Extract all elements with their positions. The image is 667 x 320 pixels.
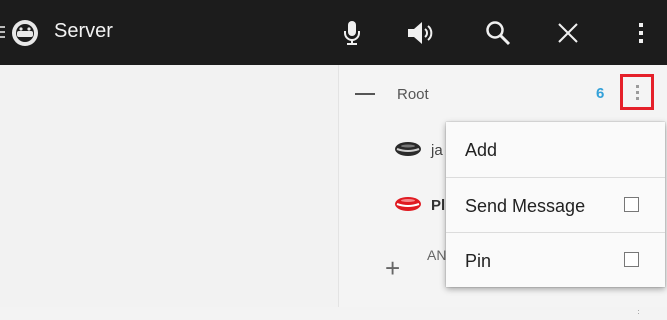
root-channel-label: Root bbox=[397, 86, 429, 103]
app-title: Server bbox=[54, 20, 113, 42]
expand-icon[interactable]: + bbox=[385, 255, 400, 281]
user-name: ja bbox=[431, 142, 443, 159]
microphone-icon[interactable] bbox=[330, 12, 374, 54]
overflow-menu-icon[interactable] bbox=[619, 12, 663, 54]
action-bar: Server bbox=[0, 0, 667, 65]
channel-overflow-button[interactable] bbox=[620, 74, 654, 110]
collapse-icon[interactable] bbox=[355, 93, 375, 95]
pin-checkbox[interactable] bbox=[624, 252, 639, 267]
app-icon[interactable] bbox=[11, 19, 39, 47]
menu-item-send-message[interactable]: Send Message bbox=[446, 178, 665, 233]
close-icon[interactable] bbox=[546, 12, 590, 54]
menu-item-add[interactable]: Add bbox=[446, 122, 665, 177]
menu-item-label: Send Message bbox=[465, 196, 586, 216]
lips-talking-icon bbox=[394, 196, 422, 217]
lips-muted-icon bbox=[394, 141, 422, 162]
left-pane bbox=[0, 65, 338, 307]
popup-menu: Add Send Message Pin bbox=[446, 122, 665, 287]
menu-item-pin[interactable]: Pin bbox=[446, 233, 665, 288]
speaker-icon[interactable] bbox=[399, 12, 443, 54]
root-channel-row[interactable]: Root 6 bbox=[339, 65, 667, 122]
drawer-indicator-icon[interactable] bbox=[0, 26, 5, 40]
menu-item-label: Pin bbox=[465, 251, 492, 271]
subchannel-label: AN bbox=[427, 247, 447, 263]
send-message-checkbox[interactable] bbox=[624, 197, 639, 212]
menu-item-label: Add bbox=[465, 140, 498, 160]
user-name: Pl bbox=[431, 197, 446, 214]
user-count-badge: 6 bbox=[596, 85, 605, 102]
search-icon[interactable] bbox=[476, 12, 520, 54]
overflow-dots-icon[interactable] bbox=[637, 302, 640, 314]
